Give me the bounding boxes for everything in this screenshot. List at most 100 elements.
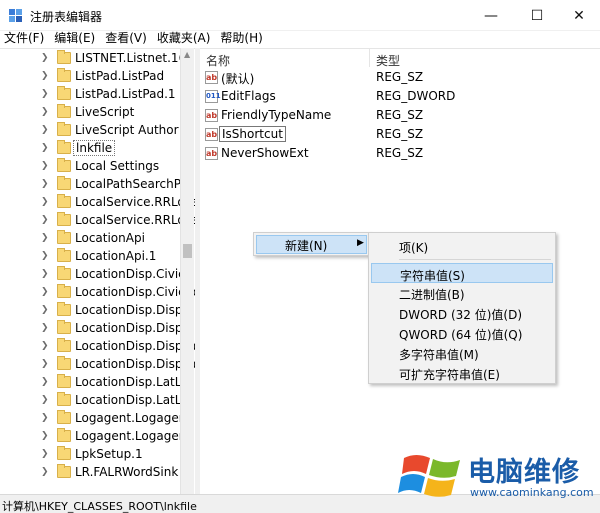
scroll-thumb[interactable] [183, 244, 192, 258]
tree-item[interactable]: ❯ LocationDisp.CivicA [0, 266, 193, 284]
tree-item[interactable]: ❯ LISTNET.Listnet.16 [0, 50, 186, 68]
tree-item[interactable]: ❯ LocationDisp.DispLa [0, 338, 195, 356]
expand-chevron-icon[interactable]: ❯ [41, 467, 49, 477]
menu-help[interactable]: 帮助(H) [216, 31, 268, 48]
tree-item[interactable]: ❯ LocationDisp.DispCi [0, 320, 194, 338]
expand-chevron-icon[interactable]: ❯ [41, 233, 49, 243]
tree-item[interactable]: ❯ ListPad.ListPad [0, 68, 180, 86]
tree-item-label: ListPad.ListPad.1 [75, 87, 176, 101]
expand-chevron-icon[interactable]: ❯ [41, 413, 49, 423]
folder-icon [57, 104, 71, 118]
folder-icon [57, 194, 71, 208]
folder-icon [57, 248, 71, 262]
tree-item[interactable]: ❯ LocationApi.1 [0, 248, 180, 266]
column-divider[interactable] [369, 49, 370, 67]
tree-item[interactable]: ❯ LR.FALRWordSink [0, 464, 180, 482]
folder-icon [57, 338, 71, 352]
maximize-button[interactable]: ☐ [514, 0, 560, 31]
tree-item-label: LocationDisp.CivicA [75, 267, 193, 281]
expand-chevron-icon[interactable]: ❯ [41, 431, 49, 441]
expand-chevron-icon[interactable]: ❯ [41, 179, 49, 189]
column-header-name[interactable]: 名称 [206, 52, 230, 69]
expand-chevron-icon[interactable]: ❯ [41, 143, 49, 153]
scroll-up-icon[interactable]: ▲ [184, 50, 190, 59]
tree-item[interactable]: ❯ Local Settings [0, 158, 180, 176]
submenu-item-label: 多字符串值(M) [399, 348, 479, 362]
tree-item[interactable]: ❯ LocalService.RRLoca [0, 212, 195, 230]
tree-item[interactable]: ❯ ListPad.ListPad.1 [0, 86, 180, 104]
submenu-item[interactable]: DWORD (32 位)值(D) [371, 303, 553, 323]
expand-chevron-icon[interactable]: ❯ [41, 449, 49, 459]
tree-item-label: LpkSetup.1 [75, 447, 143, 461]
folder-icon [57, 140, 71, 154]
folder-icon [57, 86, 71, 100]
expand-chevron-icon[interactable]: ❯ [41, 125, 49, 135]
tree-item-label: LocationDisp.DispLa [75, 357, 195, 371]
close-button[interactable]: ✕ [558, 0, 600, 31]
tree-item[interactable]: ❯ LocationDisp.CivicAd [0, 284, 195, 302]
value-row[interactable]: 011 EditFlags REG_DWORD [200, 88, 600, 106]
windows-flag-logo-icon [398, 455, 460, 497]
binary-value-icon: 011 [205, 90, 221, 103]
value-row[interactable]: ab (默认) REG_SZ [200, 69, 600, 87]
expand-chevron-icon[interactable]: ❯ [41, 215, 49, 225]
minimize-button[interactable]: — [468, 0, 514, 31]
expand-chevron-icon[interactable]: ❯ [41, 341, 49, 351]
submenu-item[interactable]: 字符串值(S) [371, 263, 553, 283]
tree-item[interactable]: ❯ LocalPathSearchPro [0, 176, 193, 194]
column-header-type[interactable]: 类型 [376, 52, 400, 69]
tree-scrollbar[interactable]: ▲ [180, 48, 194, 494]
value-type: REG_SZ [376, 70, 424, 84]
tree-item[interactable]: ❯ LocationDisp.LatLor [0, 392, 194, 410]
expand-chevron-icon[interactable]: ❯ [41, 323, 49, 333]
tree-item[interactable]: ❯ LocalService.RRLoca [0, 194, 195, 212]
expand-chevron-icon[interactable]: ❯ [41, 53, 49, 63]
submenu-item[interactable]: 可扩充字符串值(E) [371, 363, 553, 383]
tree-item[interactable]: ❯ LocationDisp.DispCi [0, 302, 194, 320]
expand-chevron-icon[interactable]: ❯ [41, 89, 49, 99]
tree-item[interactable]: ❯ lnkfile [0, 140, 180, 158]
menu-separator [399, 259, 551, 260]
expand-chevron-icon[interactable]: ❯ [41, 71, 49, 81]
value-row[interactable]: ab IsShortcut REG_SZ [200, 126, 600, 144]
value-name: NeverShowExt [221, 146, 309, 160]
submenu-item[interactable]: QWORD (64 位)值(Q) [371, 323, 553, 343]
expand-chevron-icon[interactable]: ❯ [41, 107, 49, 117]
tree-item[interactable]: ❯ LocationApi [0, 230, 180, 248]
expand-chevron-icon[interactable]: ❯ [41, 305, 49, 315]
submenu-item[interactable]: 项(K) [371, 236, 553, 256]
tree-item[interactable]: ❯ LiveScript [0, 104, 180, 122]
value-row[interactable]: ab NeverShowExt REG_SZ [200, 145, 600, 163]
submenu-item[interactable]: 多字符串值(M) [371, 343, 553, 363]
expand-chevron-icon[interactable]: ❯ [41, 251, 49, 261]
expand-chevron-icon[interactable]: ❯ [41, 395, 49, 405]
tree-item[interactable]: ❯ Logagent.Logagent [0, 410, 191, 428]
expand-chevron-icon[interactable]: ❯ [41, 359, 49, 369]
menu-edit[interactable]: 编辑(E) [50, 31, 101, 48]
expand-chevron-icon[interactable]: ❯ [41, 377, 49, 387]
tree-item[interactable]: ❯ LiveScript Author [0, 122, 180, 140]
tree-item-label: LocationDisp.DispCi [75, 303, 195, 317]
tree-item[interactable]: ❯ Logagent.Logagent [0, 428, 191, 446]
menu-view[interactable]: 查看(V) [101, 31, 153, 48]
submenu-item[interactable]: 二进制值(B) [371, 283, 553, 303]
expand-chevron-icon[interactable]: ❯ [41, 269, 49, 279]
value-row[interactable]: ab FriendlyTypeName REG_SZ [200, 107, 600, 125]
tree-item[interactable]: ❯ LocationDisp.LatLor [0, 374, 194, 392]
folder-icon [57, 428, 71, 442]
folder-icon [57, 356, 71, 370]
submenu-item-label: 字符串值(S) [400, 269, 465, 283]
submenu-item-label: 可扩充字符串值(E) [399, 368, 500, 382]
menu-item-new-label: 新建(N) [285, 239, 328, 253]
menu-item-new[interactable]: 新建(N) ▶ [256, 235, 367, 254]
tree-item-label: LocationDisp.DispCi [75, 321, 195, 335]
expand-chevron-icon[interactable]: ❯ [41, 161, 49, 171]
folder-icon [57, 266, 71, 280]
tree-item[interactable]: ❯ LocationDisp.DispLa [0, 356, 195, 374]
expand-chevron-icon[interactable]: ❯ [41, 197, 49, 207]
tree-item[interactable]: ❯ LpkSetup.1 [0, 446, 180, 464]
expand-chevron-icon[interactable]: ❯ [41, 287, 49, 297]
menu-file[interactable]: 文件(F) [0, 31, 50, 48]
menu-favorites[interactable]: 收藏夹(A) [153, 31, 217, 48]
folder-icon [57, 68, 71, 82]
